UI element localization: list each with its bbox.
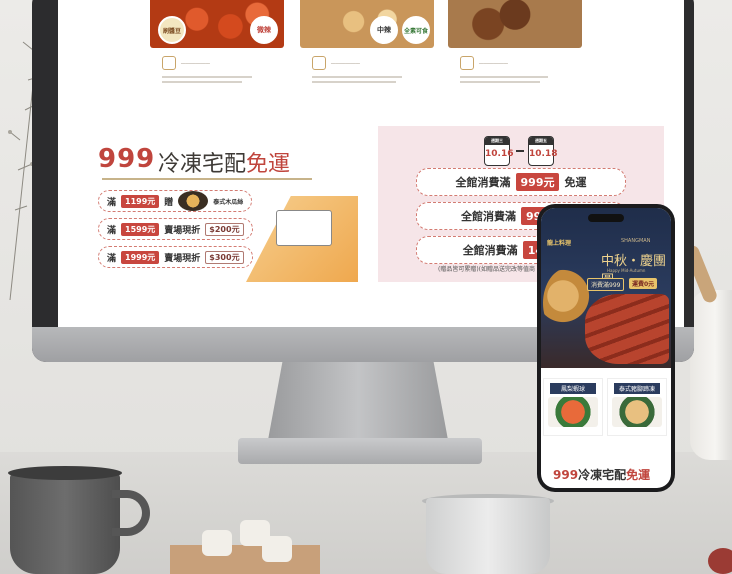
date-start: 週期三 10.16 <box>484 136 513 166</box>
product-card[interactable]: ──────────── <box>448 0 582 98</box>
card-caption: ──────────── <box>181 60 210 66</box>
product-photo: 刷醬豆 微辣 <box>150 0 284 48</box>
chef-icon <box>162 56 176 70</box>
promo-row: 滿 1199元 贈 泰式木瓜絲 <box>98 190 253 212</box>
promo-row: 滿 1999元 賣場現折 $300元 <box>98 246 253 268</box>
event-row: 全館消費滿 999元 免運 <box>416 168 626 196</box>
product-photo <box>612 397 662 427</box>
card-caption: ──────────── <box>331 60 360 66</box>
event-note: (贈品皆可累贈)(如贈品送完改等值商 <box>438 266 536 273</box>
card-caption: ──────────── <box>479 60 508 66</box>
sugar-cube <box>262 536 292 562</box>
card-description <box>150 76 284 83</box>
date-separator <box>516 150 524 152</box>
sugar-cube <box>202 530 232 556</box>
papaya-salad-icon <box>178 191 209 211</box>
phone-product-card[interactable]: 泰式豬腳蹄凍 <box>607 378 667 436</box>
phone-screen: 龍上料理 SHANGMAN 中秋・慶團圓 Happy Mid-Autumn 消費… <box>541 208 671 488</box>
phone-footer-title: 999冷凍宅配免運 <box>553 468 651 482</box>
product-photo <box>548 397 598 427</box>
sausage-image <box>585 294 669 364</box>
product-card[interactable]: 中辣 全素可食 ──────────── <box>300 0 434 98</box>
shipping-pill: 運費0元 <box>629 278 658 289</box>
product-photo <box>448 0 582 48</box>
chef-icon <box>460 56 474 70</box>
phone-hero-banner[interactable]: 龍上料理 SHANGMAN 中秋・慶團圓 Happy Mid-Autumn 消費… <box>541 208 671 368</box>
product-card[interactable]: 刷醬豆 微辣 ──────────── <box>150 0 284 98</box>
date-end: 週期五 10.18 <box>528 136 557 166</box>
vegetarian-badge: 全素可食 <box>402 16 430 44</box>
promo-row: 滿 1599元 賣場現折 $200元 <box>98 218 253 240</box>
spend-pill: 消費滿999 <box>587 278 625 291</box>
spicy-badge: 中辣 <box>370 16 398 44</box>
white-vase <box>690 290 732 460</box>
phone-notch <box>588 214 624 222</box>
delivery-truck-illustration <box>276 210 332 246</box>
badge-label: 刷醬豆 <box>158 16 186 44</box>
smartphone: 龍上料理 SHANGMAN 中秋・慶團圓 Happy Mid-Autumn 消費… <box>537 204 675 492</box>
brand-logo: 龍上料理 <box>547 240 572 247</box>
divider <box>102 178 312 180</box>
product-photo: 中辣 全素可食 <box>300 0 434 48</box>
free-shipping-banner[interactable]: 999 冷凍宅配免運 滿 1199元 贈 泰式木瓜絲 滿 1599元 賣場現折 … <box>78 126 358 282</box>
white-cup <box>426 498 550 574</box>
mug-rim <box>8 466 122 480</box>
phone-product-card[interactable]: 鳳梨蝦球 <box>543 378 603 436</box>
chef-icon <box>312 56 326 70</box>
banner-title: 冷凍宅配免運 <box>158 152 291 177</box>
grey-mug <box>10 472 120 574</box>
card-description <box>300 76 434 83</box>
monitor-stand-foot <box>238 438 482 464</box>
hero-subtitle: Happy Mid-Autumn <box>607 268 646 273</box>
banner-999: 999 <box>98 144 156 174</box>
brand-english: SHANGMAN <box>621 238 651 244</box>
wooden-tray <box>170 545 320 574</box>
card-description <box>448 76 582 83</box>
monitor-stand-neck <box>268 362 448 440</box>
red-bowl <box>708 548 732 574</box>
spicy-badge: 微辣 <box>250 16 278 44</box>
